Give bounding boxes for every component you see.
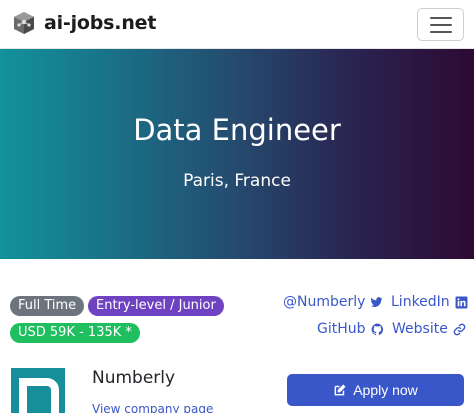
navbar: ai-jobs.net: [0, 0, 474, 49]
brand-link[interactable]: ai-jobs.net: [12, 11, 156, 35]
menu-toggle-button[interactable]: [417, 8, 464, 41]
github-link-label: GitHub: [317, 321, 366, 337]
apply-now-label: Apply now: [353, 382, 418, 398]
github-link[interactable]: GitHub: [317, 321, 384, 337]
website-link[interactable]: Website: [392, 321, 466, 337]
linkedin-link[interactable]: LinkedIn: [391, 294, 468, 310]
link-chain-icon: [453, 323, 466, 336]
experience-level-badge[interactable]: Entry-level / Junior: [88, 296, 224, 316]
view-company-page-link[interactable]: View company page: [92, 402, 213, 413]
brand-name: ai-jobs.net: [44, 12, 157, 34]
employment-type-badge[interactable]: Full Time: [10, 296, 85, 316]
github-icon: [371, 323, 384, 336]
linkedin-icon: [455, 296, 468, 309]
apply-now-button[interactable]: Apply now: [287, 374, 464, 406]
twitter-link[interactable]: @Numberly: [283, 294, 383, 310]
company-logo[interactable]: [11, 368, 65, 413]
edit-icon: [333, 383, 347, 397]
salary-badge[interactable]: USD 59K - 135K *: [10, 323, 140, 343]
job-location: Paris, France: [183, 171, 291, 191]
job-title: Data Engineer: [133, 113, 341, 147]
twitter-link-label: @Numberly: [283, 294, 366, 310]
linkedin-link-label: LinkedIn: [391, 294, 450, 310]
twitter-icon: [370, 296, 383, 309]
job-hero-banner: Data Engineer Paris, France: [0, 49, 474, 259]
company-name: Numberly: [92, 368, 176, 388]
hamburger-menu-icon: [429, 16, 452, 19]
brain-logo-icon: [12, 11, 36, 35]
website-link-label: Website: [392, 321, 448, 337]
